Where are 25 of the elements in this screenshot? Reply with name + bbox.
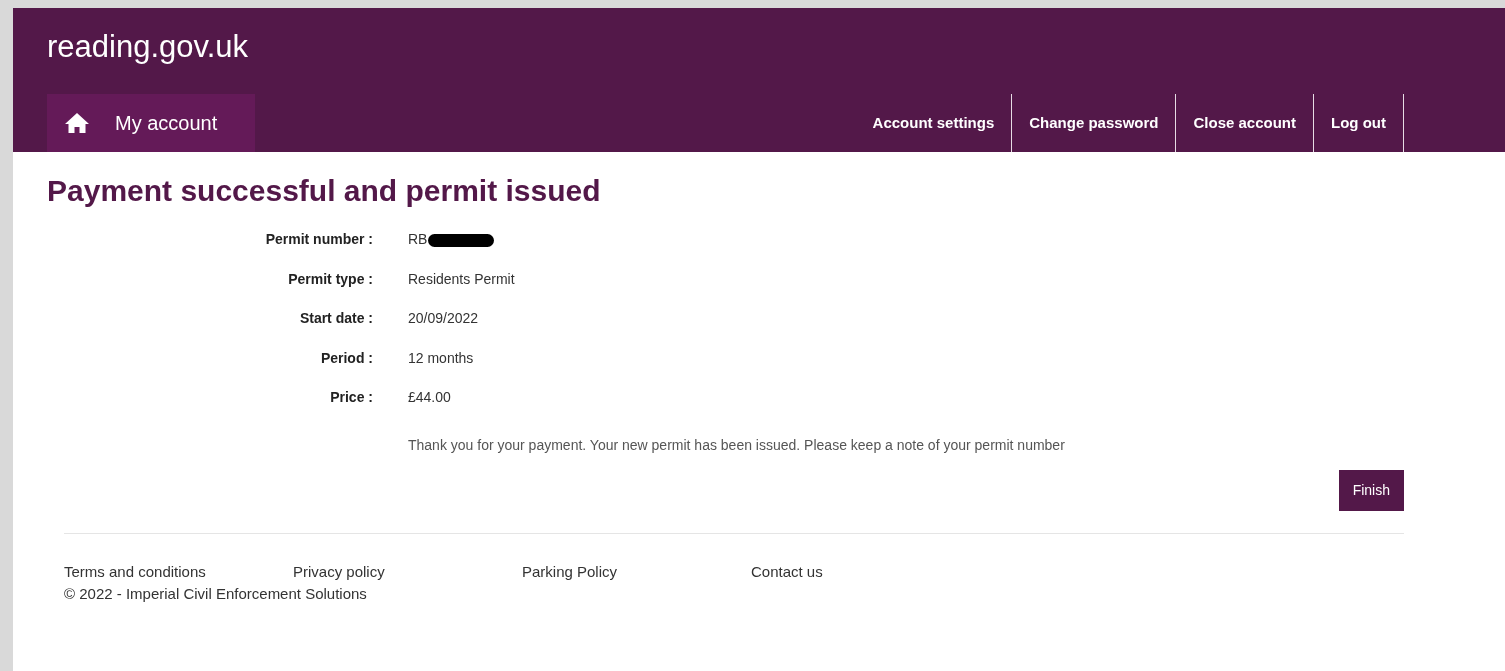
field-label: Permit type : xyxy=(288,270,373,287)
copyright-text: © 2022 - Imperial Civil Enforcement Solutions xyxy=(64,585,367,602)
field-label: Permit number : xyxy=(265,231,373,247)
home-icon xyxy=(65,112,89,134)
confirmation-message: Thank you for your payment. Your new permit has been issued. Please keep a note of your permit number xyxy=(408,435,1066,455)
nav-link[interactable]: Account settings xyxy=(855,94,1012,152)
footer-link[interactable]: Contact us xyxy=(751,562,823,580)
field-value: 12 months xyxy=(408,349,474,366)
field-value: RB xyxy=(408,231,428,247)
footer-link[interactable]: Terms and conditions xyxy=(64,562,206,580)
nav-link[interactable]: Change password xyxy=(1011,94,1176,152)
field-value: 20/09/2022 xyxy=(408,310,479,326)
footer-link[interactable]: Privacy policy xyxy=(293,562,385,580)
finish-button[interactable]: Finish xyxy=(1338,469,1404,511)
field-label: Price : xyxy=(330,389,373,405)
field-label: Start date : xyxy=(299,310,373,326)
site-title: reading.gov.uk xyxy=(47,29,249,64)
nav-link[interactable]: Log out xyxy=(1313,94,1404,152)
page-heading: Payment successful and permit issued xyxy=(47,173,602,209)
footer-link[interactable]: Parking Policy xyxy=(522,562,618,580)
my-account-tab[interactable]: My account xyxy=(47,94,256,152)
field-value: £44.00 xyxy=(408,389,451,405)
field-value: Residents Permit xyxy=(408,270,515,287)
field-label: Period : xyxy=(320,349,373,366)
nav-link[interactable]: Close account xyxy=(1175,94,1313,152)
